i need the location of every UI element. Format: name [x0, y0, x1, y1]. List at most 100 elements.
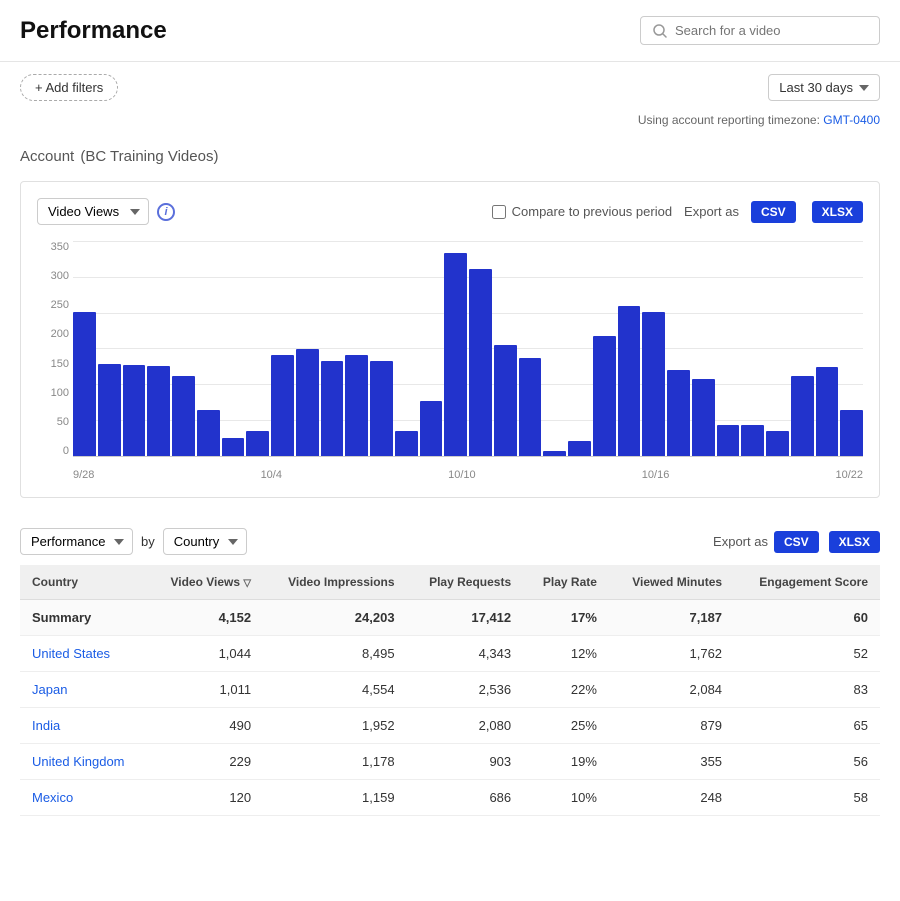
chart-bar — [370, 361, 393, 456]
table-body: Summary 4,152 24,203 17,412 17% 7,187 60… — [20, 600, 880, 816]
perf-controls: Performance by Country Export as CSV XLS… — [20, 518, 880, 565]
country-link[interactable]: Japan — [32, 682, 67, 697]
chart-bar — [444, 253, 467, 456]
summary-engagement-score: 60 — [734, 600, 880, 636]
search-input[interactable] — [675, 23, 867, 38]
row-country: India — [20, 708, 148, 744]
row-video-views: 490 — [148, 708, 263, 744]
chart-csv-button[interactable]: CSV — [751, 201, 796, 223]
date-picker[interactable]: Last 30 days — [768, 74, 880, 101]
perf-metric-select[interactable]: Performance — [20, 528, 133, 555]
chart-bar — [420, 401, 443, 456]
chart-controls-left: Video Views i — [37, 198, 175, 225]
perf-dimension-select[interactable]: Country — [163, 528, 247, 555]
country-link[interactable]: United States — [32, 646, 110, 661]
row-engagement-score: 52 — [734, 636, 880, 672]
performance-table: Country Video Views ▽ Video Impressions … — [20, 565, 880, 816]
filters-bar: + Add filters Last 30 days — [0, 62, 900, 113]
perf-controls-right: Export as CSV XLSX — [713, 531, 880, 553]
chart-bar — [642, 312, 665, 456]
metric-select[interactable]: Video Views — [37, 198, 149, 225]
col-play-requests[interactable]: Play Requests — [407, 565, 524, 600]
row-play-requests: 2,080 — [407, 708, 524, 744]
col-engagement-score[interactable]: Engagement Score — [734, 565, 880, 600]
country-link[interactable]: India — [32, 718, 60, 733]
chart-bar — [791, 376, 814, 456]
col-country[interactable]: Country — [20, 565, 148, 600]
chart-bar — [717, 425, 740, 456]
info-icon[interactable]: i — [157, 203, 175, 221]
row-viewed-minutes: 248 — [609, 780, 734, 816]
table-header: Country Video Views ▽ Video Impressions … — [20, 565, 880, 600]
row-play-requests: 686 — [407, 780, 524, 816]
country-link[interactable]: Mexico — [32, 790, 73, 805]
col-viewed-minutes[interactable]: Viewed Minutes — [609, 565, 734, 600]
row-play-rate: 12% — [523, 636, 609, 672]
row-country: Mexico — [20, 780, 148, 816]
export-as-label: Export as — [684, 204, 739, 219]
chart-bar — [692, 379, 715, 456]
chart-bar — [766, 431, 789, 456]
chart-controls-right: Compare to previous period Export as CSV… — [492, 201, 863, 223]
chart-bar — [73, 312, 96, 456]
search-icon — [653, 24, 667, 38]
date-range-label: Last 30 days — [779, 80, 853, 95]
chart-bar — [123, 365, 146, 456]
compare-label[interactable]: Compare to previous period — [492, 204, 672, 219]
row-engagement-score: 58 — [734, 780, 880, 816]
chart-bar — [667, 370, 690, 456]
page-title: Performance — [20, 17, 167, 45]
timezone-link[interactable]: GMT-0400 — [823, 113, 880, 127]
row-video-impressions: 8,495 — [263, 636, 406, 672]
chart-bar — [321, 361, 344, 456]
row-play-rate: 19% — [523, 744, 609, 780]
row-video-impressions: 1,159 — [263, 780, 406, 816]
col-video-impressions[interactable]: Video Impressions — [263, 565, 406, 600]
account-title: Account (BC Training Videos) — [20, 141, 880, 167]
chart-bar — [246, 431, 269, 456]
chart-bar — [840, 410, 863, 456]
chart-bar — [147, 366, 170, 456]
table-row: Japan 1,011 4,554 2,536 22% 2,084 83 — [20, 672, 880, 708]
row-play-requests: 903 — [407, 744, 524, 780]
summary-viewed-minutes: 7,187 — [609, 600, 734, 636]
row-video-views: 1,044 — [148, 636, 263, 672]
account-heading: Account (BC Training Videos) — [0, 135, 900, 181]
country-link[interactable]: United Kingdom — [32, 754, 125, 769]
chart-xlsx-button[interactable]: XLSX — [812, 201, 863, 223]
row-viewed-minutes: 1,762 — [609, 636, 734, 672]
row-play-requests: 2,536 — [407, 672, 524, 708]
row-video-views: 120 — [148, 780, 263, 816]
add-filters-button[interactable]: + Add filters — [20, 74, 118, 101]
summary-label: Summary — [20, 600, 148, 636]
summary-play-requests: 17,412 — [407, 600, 524, 636]
timezone-note: Using account reporting timezone: GMT-04… — [0, 113, 900, 135]
search-box[interactable] — [640, 16, 880, 45]
row-viewed-minutes: 355 — [609, 744, 734, 780]
row-engagement-score: 83 — [734, 672, 880, 708]
account-subtitle: (BC Training Videos) — [80, 148, 218, 165]
row-video-views: 1,011 — [148, 672, 263, 708]
row-country: Japan — [20, 672, 148, 708]
row-video-impressions: 4,554 — [263, 672, 406, 708]
row-video-impressions: 1,952 — [263, 708, 406, 744]
compare-checkbox[interactable] — [492, 205, 506, 219]
chart-area — [73, 241, 863, 457]
perf-csv-button[interactable]: CSV — [774, 531, 819, 553]
chart-bar — [197, 410, 220, 456]
chart-bar — [395, 431, 418, 456]
chart-bar — [519, 358, 542, 456]
chart-bar — [469, 269, 492, 456]
col-video-views[interactable]: Video Views ▽ — [148, 565, 263, 600]
table-row: United States 1,044 8,495 4,343 12% 1,76… — [20, 636, 880, 672]
row-engagement-score: 65 — [734, 708, 880, 744]
chart-bar — [593, 336, 616, 456]
row-play-rate: 22% — [523, 672, 609, 708]
chart-bar — [98, 364, 121, 456]
chart-bar — [741, 425, 764, 456]
bar-chart: 350 300 250 200 150 100 50 0 9/28 10/4 1… — [37, 241, 863, 481]
col-play-rate[interactable]: Play Rate — [523, 565, 609, 600]
chart-controls: Video Views i Compare to previous period… — [37, 198, 863, 225]
perf-xlsx-button[interactable]: XLSX — [829, 531, 880, 553]
chart-bar — [568, 441, 591, 456]
